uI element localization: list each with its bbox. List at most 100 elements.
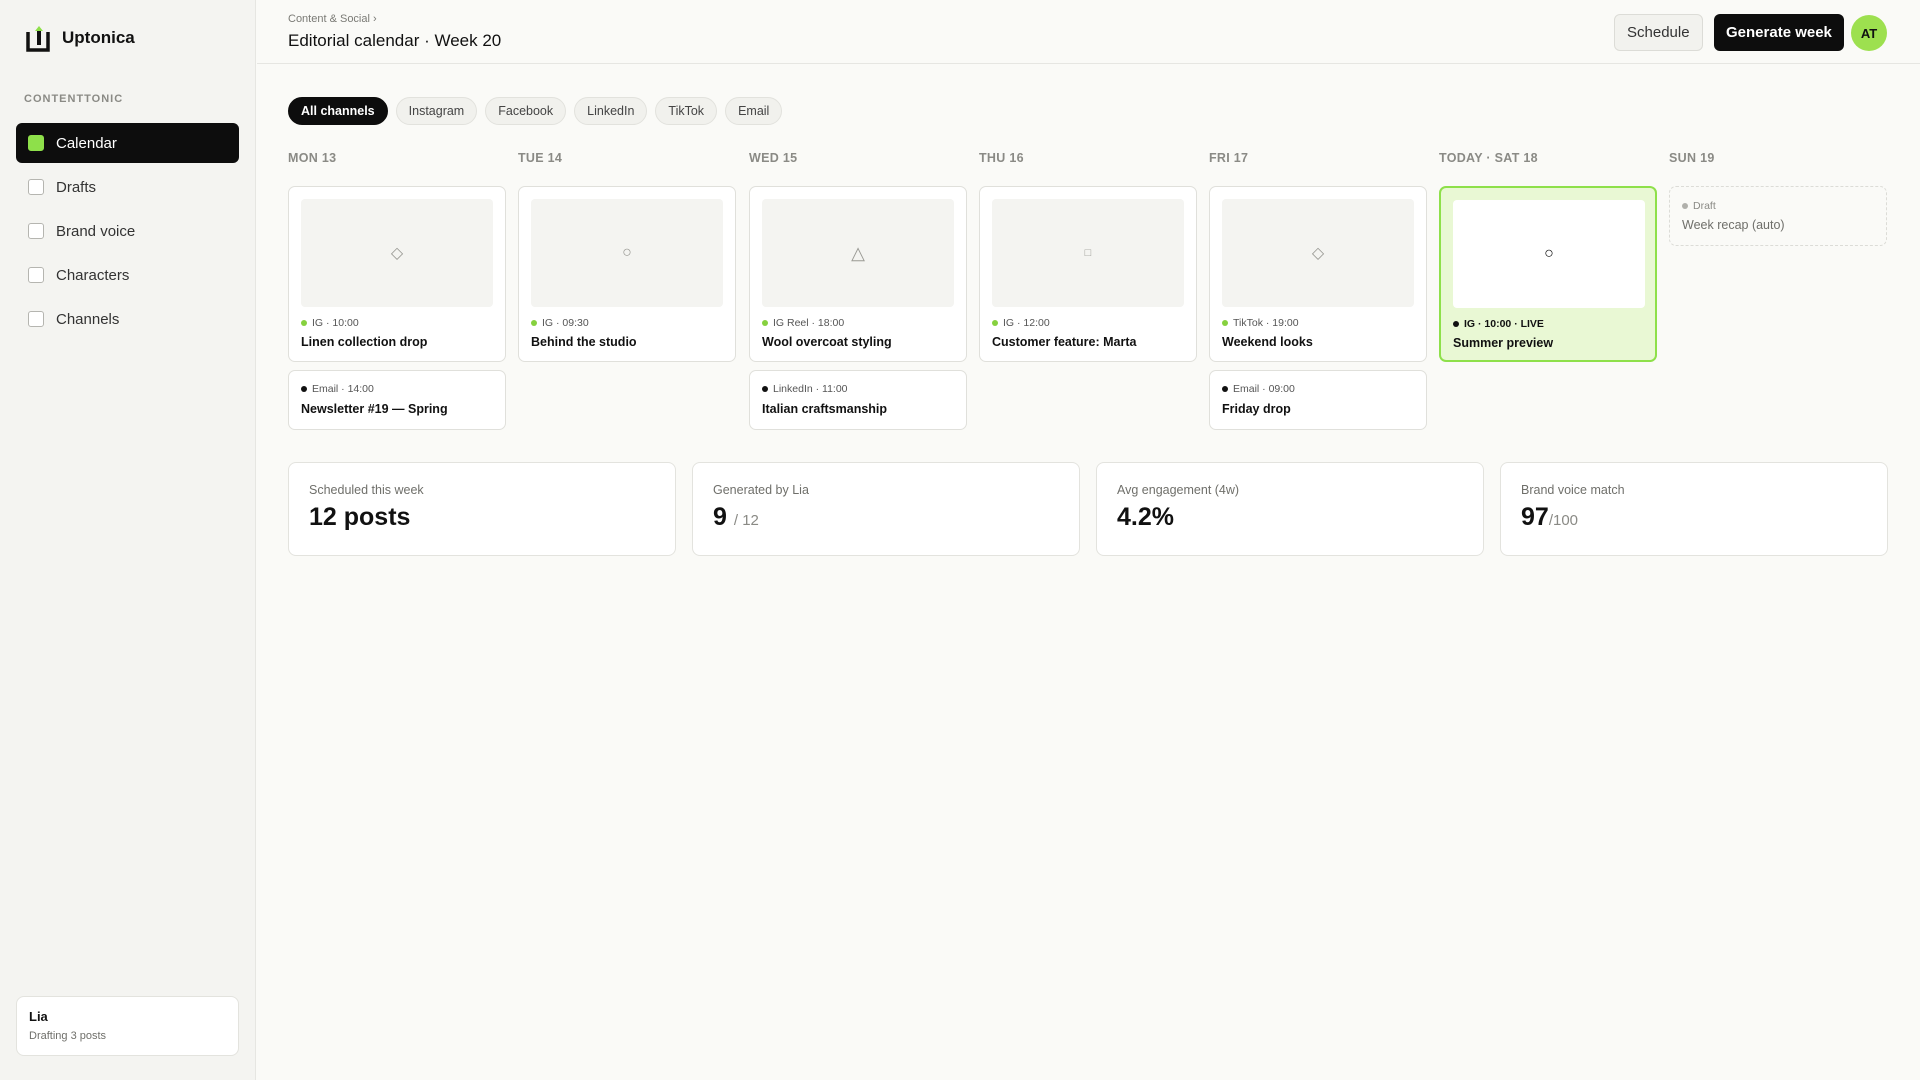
filter-facebook[interactable]: Facebook — [485, 97, 567, 125]
post-meta-text: TikTok · 19:00 — [1233, 317, 1299, 329]
channel-dot-icon — [762, 320, 768, 326]
post-meta-text: LinkedIn · 11:00 — [773, 383, 848, 395]
top-header: Content & Social › Editorial calendar · … — [257, 0, 1920, 64]
post-card[interactable]: Email · 09:00 Friday drop — [1209, 370, 1427, 430]
day-header-mon: MON 13 — [288, 151, 337, 165]
channels-icon — [28, 311, 44, 327]
sidebar-section-label: CONTENTTONIC — [24, 93, 124, 105]
channel-dot-icon — [301, 386, 307, 392]
channel-dot-icon — [301, 320, 307, 326]
post-card[interactable]: ◇ TikTok · 19:00 Weekend looks — [1209, 186, 1427, 362]
post-title: Friday drop — [1222, 402, 1291, 416]
post-card[interactable]: ○ IG · 09:30 Behind the studio — [518, 186, 736, 362]
sidebar-nav: Calendar Drafts Brand voice Characters C… — [16, 123, 239, 343]
circle-icon: ○ — [622, 244, 632, 261]
stat-label: Scheduled this week — [309, 483, 424, 497]
post-card[interactable]: □ IG · 12:00 Customer feature: Marta — [979, 186, 1197, 362]
post-meta-text: IG · 10:00 · LIVE — [1464, 318, 1544, 330]
post-card[interactable]: ◇ IG · 10:00 Linen collection drop — [288, 186, 506, 362]
filter-email[interactable]: Email — [725, 97, 783, 125]
app-logo[interactable]: Uptonica — [26, 24, 135, 52]
stat-label: Avg engagement (4w) — [1117, 483, 1240, 497]
post-title: Italian craftsmanship — [762, 402, 888, 416]
post-meta-text: Email · 09:00 — [1233, 383, 1295, 395]
post-card[interactable]: LinkedIn · 11:00 Italian craftsmanship — [749, 370, 967, 430]
stat-engagement: Avg engagement (4w) 4.2% — [1096, 462, 1484, 556]
post-title: Wool overcoat styling — [762, 335, 892, 349]
post-title: Customer feature: Marta — [992, 335, 1137, 349]
day-header-tue: TUE 14 — [518, 151, 563, 165]
post-meta: Draft — [1682, 200, 1716, 212]
post-meta: IG · 09:30 — [531, 317, 589, 329]
stat-suffix: / 12 — [733, 512, 759, 529]
stat-value: 9 — [713, 503, 727, 531]
stat-scheduled: Scheduled this week 12 posts — [288, 462, 676, 556]
post-meta: Email · 09:00 — [1222, 383, 1295, 395]
circle-icon: ○ — [1544, 245, 1554, 262]
day-header-thu: THU 16 — [979, 151, 1024, 165]
filter-linkedin[interactable]: LinkedIn — [574, 97, 648, 125]
channel-dot-icon — [1222, 320, 1228, 326]
post-title: Newsletter #19 — Spring — [301, 402, 448, 416]
sidebar-item-label: Brand voice — [56, 222, 136, 240]
stat-label: Generated by Lia — [713, 483, 809, 497]
uptonica-logo-icon — [26, 24, 50, 52]
sidebar-item-characters[interactable]: Characters — [16, 255, 239, 295]
assistant-name: Lia — [29, 1009, 48, 1024]
schedule-button[interactable]: Schedule — [1614, 14, 1703, 51]
post-meta: TikTok · 19:00 — [1222, 317, 1299, 329]
avatar[interactable]: AT — [1851, 15, 1887, 51]
sidebar-item-drafts[interactable]: Drafts — [16, 167, 239, 207]
post-thumbnail: ○ — [1453, 200, 1645, 308]
stat-suffix: /100 — [1548, 512, 1579, 529]
sidebar-item-calendar[interactable]: Calendar — [16, 123, 239, 163]
sidebar-item-brand-voice[interactable]: Brand voice — [16, 211, 239, 251]
stat-label: Brand voice match — [1521, 483, 1625, 497]
post-meta-text: IG · 09:30 — [542, 317, 589, 329]
post-meta: IG · 12:00 — [992, 317, 1050, 329]
post-meta: IG Reel · 18:00 — [762, 317, 844, 329]
diamond-icon: ◇ — [1311, 245, 1325, 262]
sidebar-item-label: Channels — [56, 310, 120, 328]
channel-dot-icon — [762, 386, 768, 392]
post-meta-text: Draft — [1693, 200, 1716, 212]
post-thumbnail: ○ — [531, 199, 723, 307]
triangle-icon: △ — [851, 242, 865, 263]
sidebar-item-channels[interactable]: Channels — [16, 299, 239, 339]
post-title: Summer preview — [1453, 336, 1554, 350]
channel-dot-icon — [992, 320, 998, 326]
stat-generated: Generated by Lia 9 / 12 — [692, 462, 1080, 556]
filter-tiktok[interactable]: TikTok — [655, 97, 718, 125]
post-meta-text: IG · 12:00 — [1003, 317, 1050, 329]
post-meta-text: IG · 10:00 — [312, 317, 359, 329]
post-meta-text: Email · 14:00 — [312, 383, 374, 395]
post-thumbnail: ◇ — [1222, 199, 1414, 307]
post-title: Weekend looks — [1222, 335, 1313, 349]
post-thumbnail: △ — [762, 199, 954, 307]
stat-value: 4.2% — [1117, 503, 1174, 531]
breadcrumb[interactable]: Content & Social › — [288, 13, 377, 25]
post-card[interactable]: Email · 14:00 Newsletter #19 — Spring — [288, 370, 506, 430]
app-name: Uptonica — [62, 28, 135, 47]
channel-dot-icon — [1222, 386, 1228, 392]
generate-week-button[interactable]: Generate week — [1714, 14, 1844, 51]
sidebar-item-label: Characters — [56, 266, 130, 284]
draft-dot-icon — [1682, 203, 1688, 209]
channel-filters: All channels Instagram Facebook LinkedIn… — [288, 97, 783, 125]
draft-card[interactable]: Draft Week recap (auto) — [1669, 186, 1887, 246]
filter-instagram[interactable]: Instagram — [395, 97, 478, 125]
assistant-status-card[interactable]: Lia Drafting 3 posts — [16, 996, 239, 1056]
filter-all-channels[interactable]: All channels — [288, 97, 388, 125]
diamond-icon: ◇ — [390, 245, 404, 262]
sidebar-item-label: Drafts — [56, 178, 97, 196]
stat-value-row: 9 / 12 — [713, 503, 1059, 532]
channel-dot-icon — [1453, 321, 1459, 327]
page-title: Editorial calendar · Week 20 — [288, 31, 502, 50]
calendar-icon — [28, 135, 44, 151]
post-meta: Email · 14:00 — [301, 383, 374, 395]
post-card-today[interactable]: ○ IG · 10:00 · LIVE Summer preview — [1439, 186, 1657, 362]
drafts-icon — [28, 179, 44, 195]
post-card[interactable]: △ IG Reel · 18:00 Wool overcoat styling — [749, 186, 967, 362]
day-header-today: TODAY · SAT 18 — [1439, 151, 1538, 165]
post-thumbnail: ◇ — [301, 199, 493, 307]
